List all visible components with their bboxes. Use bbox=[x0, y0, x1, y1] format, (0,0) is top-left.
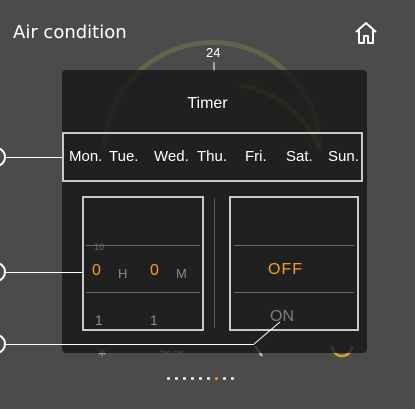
callout-line-days bbox=[6, 157, 62, 158]
day-monday[interactable]: Mon. bbox=[69, 148, 102, 165]
day-saturday[interactable]: Sat. bbox=[286, 148, 313, 165]
on-off-divider-bottom bbox=[234, 292, 354, 293]
on-off-divider-top bbox=[234, 245, 354, 246]
page-dot[interactable] bbox=[207, 377, 210, 380]
page-dot[interactable] bbox=[231, 377, 234, 380]
next-minute-value: 1 bbox=[150, 312, 158, 328]
air-condition-screen: * ~~ Air condition 24 Timer Mon. Tue. We… bbox=[0, 0, 415, 409]
callout-line-state-diagonal bbox=[254, 321, 281, 345]
minute-value[interactable]: 0 bbox=[150, 262, 159, 280]
page-dot[interactable] bbox=[191, 377, 194, 380]
picker-separator bbox=[214, 198, 215, 328]
page-indicator bbox=[167, 377, 234, 380]
minute-unit: M bbox=[176, 266, 187, 281]
next-hour-value: 1 bbox=[95, 312, 103, 328]
day-thursday[interactable]: Thu. bbox=[197, 148, 227, 165]
callout-line-time bbox=[6, 272, 82, 273]
day-wednesday[interactable]: Wed. bbox=[154, 148, 189, 165]
dial-top-label: 24 bbox=[206, 45, 221, 60]
page-dot[interactable] bbox=[167, 377, 170, 380]
hour-unit: H bbox=[118, 266, 128, 281]
weekday-selector: Mon. Tue. Wed. Thu. Fri. Sat. Sun. bbox=[62, 132, 363, 182]
day-tuesday[interactable]: Tue. bbox=[109, 148, 138, 165]
timer-title: Timer bbox=[187, 95, 228, 112]
page-dot[interactable] bbox=[183, 377, 186, 380]
page-dot[interactable] bbox=[175, 377, 178, 380]
page-title: Air condition bbox=[13, 22, 127, 43]
hour-value[interactable]: 0 bbox=[92, 262, 101, 280]
home-icon[interactable] bbox=[353, 20, 379, 46]
callout-line-state bbox=[6, 344, 254, 345]
previous-hour-value: 10 bbox=[94, 242, 105, 252]
day-sunday[interactable]: Sun. bbox=[328, 148, 359, 165]
time-picker-divider-bottom bbox=[86, 292, 200, 293]
page-dot[interactable] bbox=[223, 377, 226, 380]
day-friday[interactable]: Fri. bbox=[245, 148, 267, 165]
page-dot[interactable] bbox=[199, 377, 202, 380]
state-selected[interactable]: OFF bbox=[268, 261, 303, 279]
page-dot-active[interactable] bbox=[215, 377, 218, 380]
